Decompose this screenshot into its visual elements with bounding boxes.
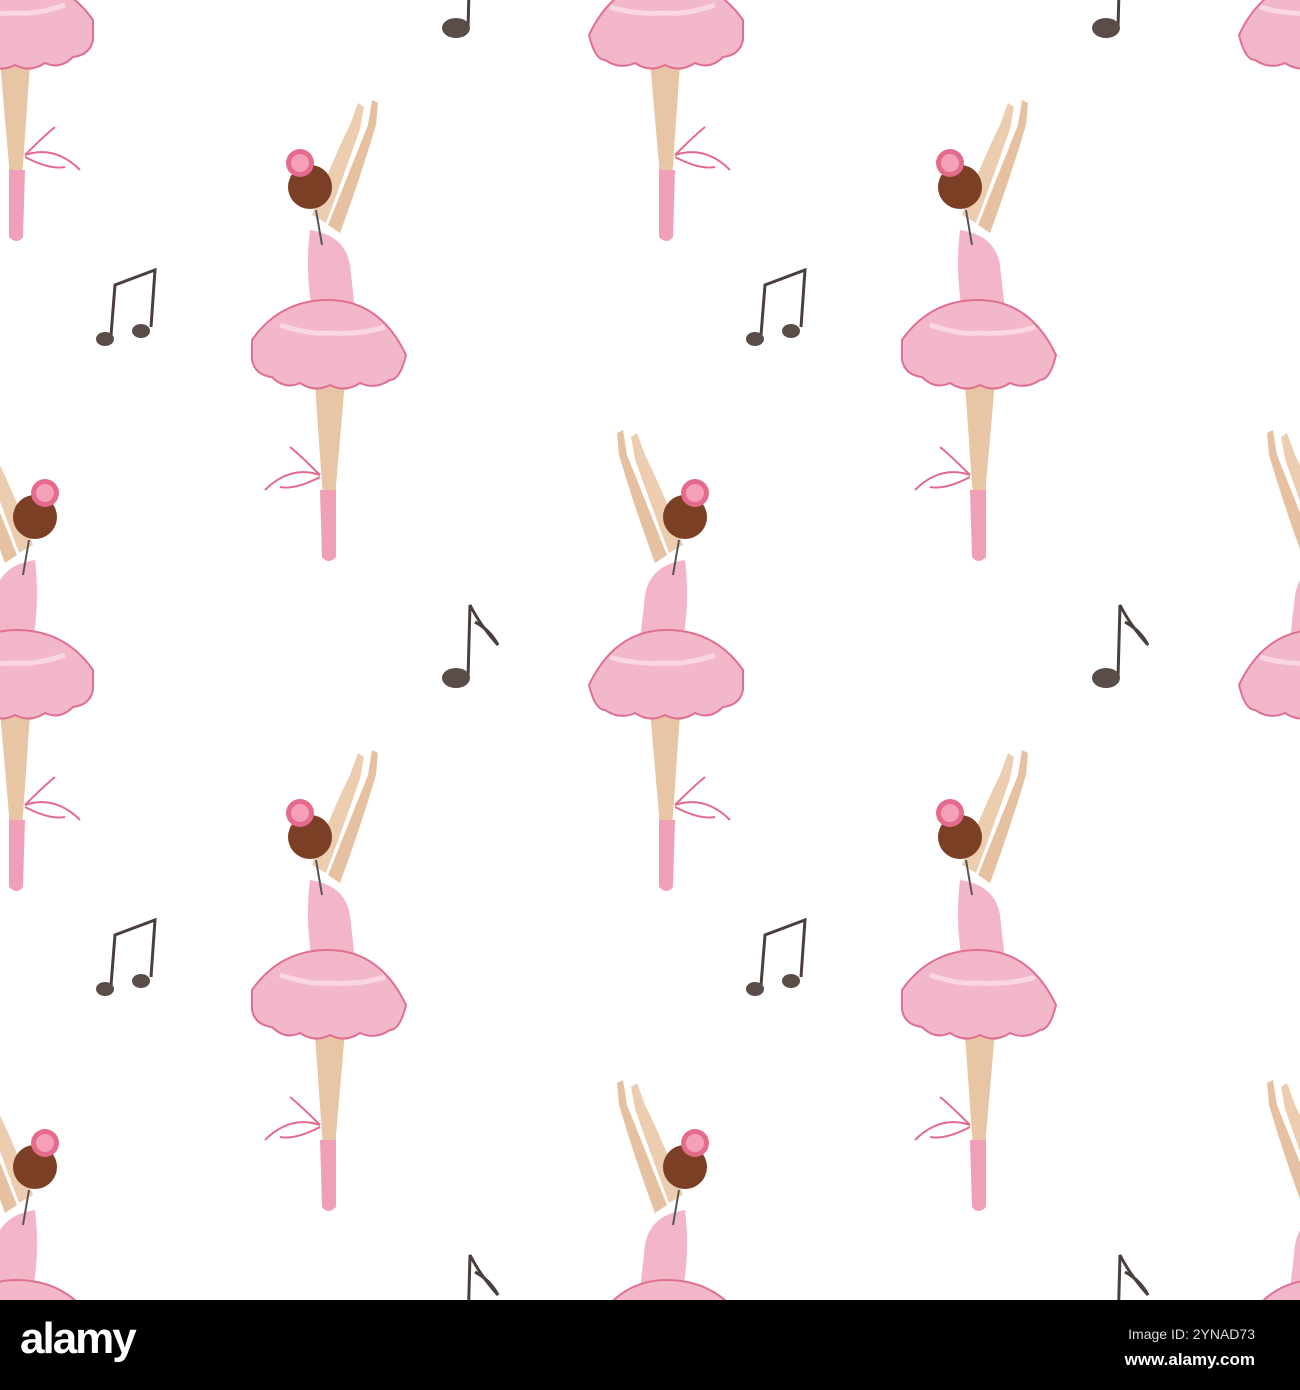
site-link[interactable]: www.alamy.com xyxy=(1125,1350,1255,1370)
stock-image: alamy Image ID: 2YNAD73 www.alamy.com xyxy=(0,0,1300,1390)
ballerina-pattern xyxy=(0,0,1300,1300)
image-id: Image ID: 2YNAD73 xyxy=(1128,1326,1255,1342)
alamy-logo: alamy xyxy=(20,1314,137,1363)
watermark-bar: alamy Image ID: 2YNAD73 www.alamy.com xyxy=(0,1300,1300,1390)
ballerina-tiles xyxy=(0,0,1300,1300)
